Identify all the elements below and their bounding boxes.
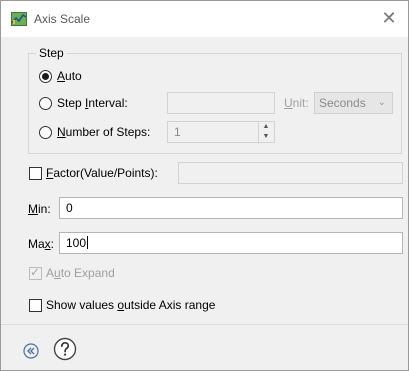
min-value: 0 (66, 201, 73, 215)
step-interval-label-pre: Step (57, 96, 86, 110)
footer-separator (1, 324, 408, 325)
auto-label-rest: uto (65, 69, 82, 83)
factor-input[interactable] (178, 162, 403, 184)
unit-select[interactable]: Seconds ⌄ (314, 92, 393, 114)
step-interval-label-post: nterval: (88, 96, 128, 110)
auto-expand-label-pre: A (46, 266, 55, 280)
spinner-up-icon[interactable]: ▲ (259, 122, 273, 132)
chart-icon (11, 12, 27, 26)
number-of-steps-spinner[interactable]: ▲ ▼ (258, 122, 273, 144)
auto-label: Auto (57, 69, 82, 83)
auto-label-mnemonic: A (57, 69, 66, 83)
show-outside-checkbox[interactable] (29, 299, 42, 312)
auto-expand-label-mnemonic: u (54, 266, 61, 280)
show-outside-label-post: utside Axis range (124, 298, 216, 312)
min-input[interactable]: 0 (59, 197, 403, 219)
step-group-label: Step (36, 46, 67, 60)
step-interval-label: Step Interval: (57, 96, 128, 110)
show-outside-label: Show values outside Axis range (46, 298, 215, 312)
show-outside-label-pre: Show values (46, 298, 118, 312)
double-chevron-left-icon[interactable] (23, 343, 39, 359)
help-icon[interactable] (53, 337, 77, 361)
max-label-post: : (50, 237, 55, 251)
auto-radio[interactable] (39, 70, 52, 83)
unit-label-rest: nit: (292, 96, 309, 110)
min-label: Min: (28, 202, 51, 216)
auto-expand-checkbox[interactable]: ✓ (29, 265, 42, 280)
number-of-steps-value: 1 (174, 125, 181, 139)
max-label: Max: (28, 237, 54, 251)
min-label-mnemonic: M (28, 202, 38, 216)
unit-label: Unit: (284, 96, 309, 110)
title-bar: Axis Scale ✕ (1, 1, 408, 37)
max-label-pre: Ma (28, 237, 45, 251)
number-of-steps-rest: umber of Steps: (65, 125, 151, 139)
close-icon: ✕ (381, 8, 397, 28)
axis-scale-dialog: Axis Scale ✕ Step Auto Step Interval: Un… (0, 0, 409, 371)
auto-expand-label: Auto Expand (46, 266, 115, 280)
unit-select-value: Seconds (319, 96, 366, 110)
number-of-steps-label: Number of Steps: (57, 125, 150, 139)
max-value: 100 (66, 236, 87, 250)
close-button[interactable]: ✕ (378, 7, 400, 29)
factor-checkbox[interactable] (29, 167, 42, 180)
factor-label: Factor(Value/Points): (46, 166, 158, 180)
spinner-down-icon[interactable]: ▼ (259, 132, 273, 142)
number-of-steps-radio[interactable] (39, 126, 52, 139)
unit-label-mnemonic: U (284, 96, 293, 110)
auto-expand-label-post: to Expand (60, 266, 115, 280)
checkmark-icon: ✓ (30, 265, 41, 279)
dialog-title: Axis Scale (34, 12, 91, 26)
min-label-rest: in: (38, 202, 51, 216)
chevron-down-icon: ⌄ (377, 97, 386, 108)
factor-label-rest: actor(Value/Points): (53, 166, 158, 180)
max-input[interactable]: 100 (59, 232, 403, 254)
step-interval-input[interactable] (167, 92, 275, 114)
text-cursor (87, 236, 89, 249)
step-interval-radio[interactable] (39, 97, 52, 110)
number-of-steps-mnemonic: N (57, 125, 66, 139)
